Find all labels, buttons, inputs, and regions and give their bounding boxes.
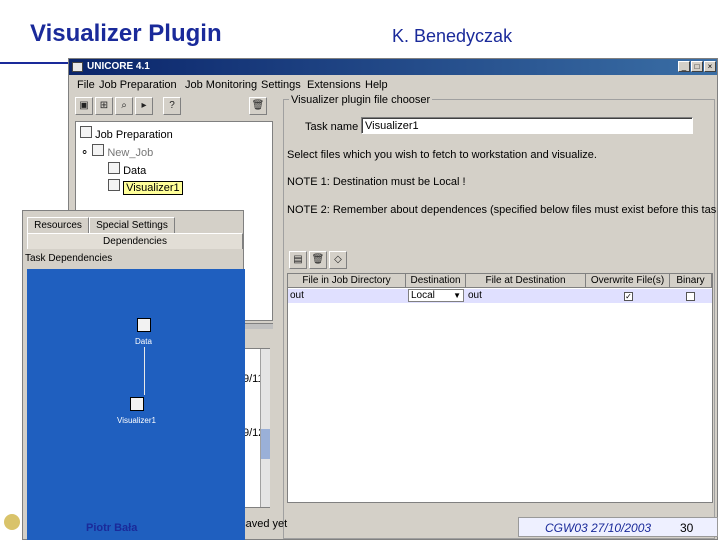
col-file-in-job-directory[interactable]: File in Job Directory	[288, 274, 406, 288]
job-icon	[92, 144, 105, 156]
tree-item-data[interactable]: Data	[108, 162, 146, 177]
scrollbar[interactable]	[260, 349, 270, 507]
visualizer-node-label: Visualizer1	[117, 416, 156, 425]
tree-item-job-preparation[interactable]: Job Preparation	[80, 126, 173, 141]
file-table: File in Job Directory Destination File a…	[287, 273, 713, 503]
col-destination[interactable]: Destination	[406, 274, 466, 288]
app-icon	[72, 62, 83, 72]
slide-title: Visualizer Plugin	[30, 20, 222, 47]
expand-icon[interactable]: ⚬	[80, 147, 89, 159]
menu-extensions[interactable]: Extensions	[307, 79, 361, 91]
delete-file-icon[interactable]: 🗑	[309, 251, 327, 269]
tree-data-label: Data	[123, 165, 147, 177]
menu-file[interactable]: File	[77, 79, 95, 91]
menu-job-preparation[interactable]: Job Preparation	[99, 79, 177, 91]
task-name-input[interactable]	[361, 117, 693, 134]
search-icon[interactable]: ⌕	[115, 97, 133, 115]
instruction-text: Select files which you wish to fetch to …	[287, 149, 597, 161]
dependency-graph[interactable]: Data Visualizer1	[27, 269, 245, 540]
tree-item-new-job[interactable]: ⚬ New_Job	[80, 144, 153, 159]
destination-select[interactable]: Local ▼	[408, 289, 464, 302]
note-1: NOTE 1: Destination must be Local !	[287, 176, 466, 188]
note-2: NOTE 2: Remember about dependences (spec…	[287, 204, 718, 216]
cell-dest-file: out	[468, 290, 482, 301]
cell-file: out	[290, 290, 304, 301]
window-titlebar[interactable]: UNICORE 4.1	[69, 59, 717, 75]
maximize-icon[interactable]: □	[691, 61, 703, 72]
visualizer-node-icon[interactable]	[130, 397, 144, 411]
logo-icon	[4, 514, 20, 530]
menu-job-monitoring[interactable]: Job Monitoring	[185, 79, 257, 91]
col-file-at-destination[interactable]: File at Destination	[466, 274, 586, 288]
col-binary[interactable]: Binary	[670, 274, 712, 288]
delete-icon[interactable]: 🗑	[249, 97, 267, 115]
dependencies-window: Resources Special Settings Dependencies …	[22, 210, 245, 540]
dependency-arrow	[144, 347, 145, 395]
tab-special-settings[interactable]: Special Settings	[89, 217, 175, 233]
footer-event: CGW03 27/10/2003	[545, 521, 652, 535]
page-number: 30	[680, 521, 694, 535]
data-node-label: Data	[135, 337, 152, 346]
data-node-icon[interactable]	[137, 318, 151, 332]
tree-visualizer-label: Visualizer1	[123, 181, 183, 195]
footer-presenter: Piotr Bała	[86, 522, 138, 534]
overwrite-checkbox[interactable]: ✓	[624, 292, 633, 301]
file-chooser-legend: Visualizer plugin file chooser	[289, 94, 433, 106]
menu-bar: File Job Preparation Job Monitoring Sett…	[69, 76, 717, 94]
visualizer-task-icon	[108, 179, 120, 191]
binary-checkbox[interactable]	[686, 292, 695, 301]
add-file-icon[interactable]: ▤	[289, 251, 307, 269]
clear-icon[interactable]: ◇	[329, 251, 347, 269]
new-job-icon[interactable]: ▣	[75, 97, 93, 115]
data-task-icon	[108, 162, 120, 174]
help-icon[interactable]: ?	[163, 97, 181, 115]
window-title: UNICORE 4.1	[87, 61, 150, 72]
menu-help[interactable]: Help	[365, 79, 388, 91]
col-overwrite[interactable]: Overwrite File(s)	[586, 274, 670, 288]
folder-icon	[80, 126, 92, 138]
slide-author: K. Benedyczak	[392, 26, 513, 46]
tree-root-label: Job Preparation	[95, 129, 173, 141]
title-rule	[0, 62, 70, 64]
add-task-icon[interactable]: ⊞	[95, 97, 113, 115]
minimize-icon[interactable]: _	[678, 61, 690, 72]
tab-dependencies[interactable]: Dependencies	[27, 233, 243, 249]
destination-value: Local	[411, 290, 435, 301]
scroll-thumb[interactable]	[261, 429, 270, 459]
tab-resources[interactable]: Resources	[27, 217, 89, 233]
chevron-down-icon: ▼	[453, 291, 461, 300]
tree-job-label: New_Job	[107, 147, 154, 159]
task-name-label: Task name	[305, 121, 359, 133]
close-icon[interactable]: ×	[704, 61, 716, 72]
task-dependencies-legend: Task Dependencies	[25, 253, 113, 264]
menu-settings[interactable]: Settings	[261, 79, 301, 91]
run-icon[interactable]: ▸	[135, 97, 153, 115]
tree-item-visualizer[interactable]: Visualizer1	[108, 179, 183, 195]
